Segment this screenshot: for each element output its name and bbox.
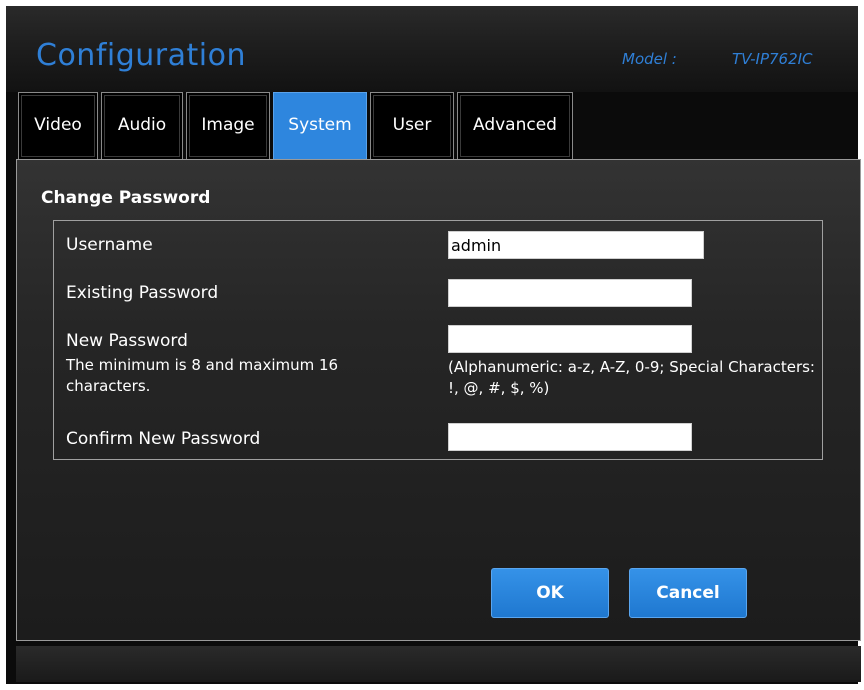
tab-image[interactable]: Image: [186, 92, 270, 160]
existing-password-field[interactable]: [448, 279, 692, 307]
ok-button[interactable]: OK: [491, 568, 609, 618]
tab-system[interactable]: System: [273, 92, 367, 160]
change-password-fieldset: Username Existing Password New Password …: [53, 220, 823, 460]
footer-bar: [16, 646, 861, 682]
cancel-button[interactable]: Cancel: [629, 568, 747, 618]
model-value: TV-IP762IC: [732, 50, 813, 68]
configuration-window: Configuration Model : TV-IP762IC Video A…: [6, 6, 861, 684]
tab-bar: Video Audio Image System User Advanced: [18, 92, 576, 160]
model-label: Model :: [622, 50, 677, 68]
tab-user[interactable]: User: [370, 92, 454, 160]
system-panel: Change Password Username Existing Passwo…: [16, 159, 861, 641]
existing-password-label: Existing Password: [66, 283, 219, 303]
new-password-hint: (Alphanumeric: a-z, A-Z, 0-9; Special Ch…: [448, 358, 815, 397]
tab-advanced[interactable]: Advanced: [457, 92, 573, 160]
username-label: Username: [66, 235, 153, 255]
tab-video[interactable]: Video: [18, 92, 98, 160]
confirm-password-field[interactable]: [448, 423, 692, 451]
header-bar: Configuration Model : TV-IP762IC: [6, 6, 858, 92]
section-title: Change Password: [41, 188, 211, 208]
tab-audio[interactable]: Audio: [101, 92, 183, 160]
new-password-label: New Password: [66, 331, 188, 351]
new-password-note: The minimum is 8 and maximum 16 characte…: [66, 356, 339, 395]
page-title: Configuration: [36, 38, 246, 73]
confirm-password-label: Confirm New Password: [66, 429, 261, 449]
new-password-field[interactable]: [448, 325, 692, 353]
username-field[interactable]: [448, 231, 704, 259]
